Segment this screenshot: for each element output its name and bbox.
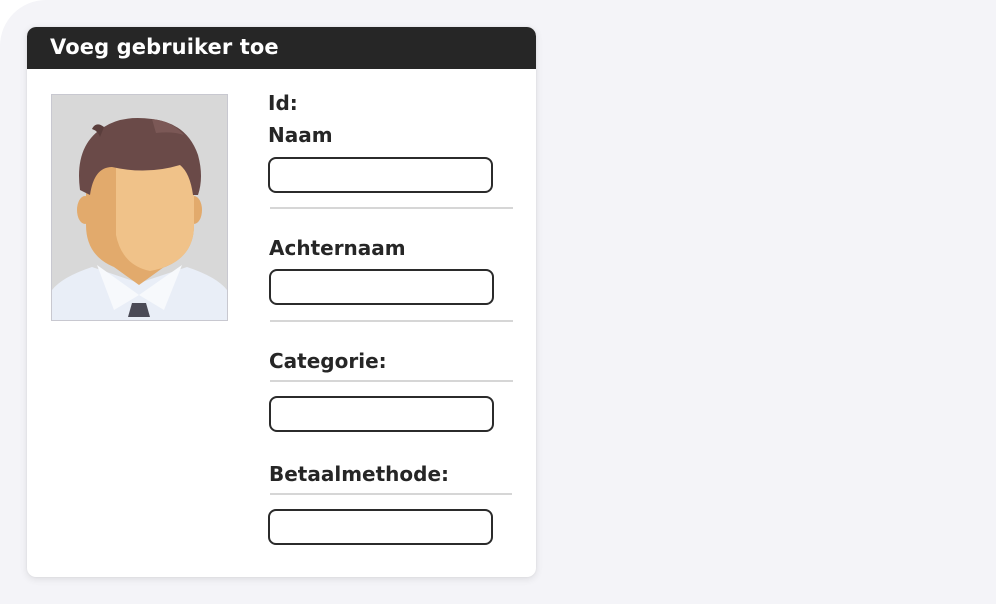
payment-method-label: Betaalmethode: — [269, 462, 450, 486]
dialog-header: Voeg gebruiker toe — [27, 27, 536, 69]
user-avatar-icon — [52, 95, 227, 320]
first-name-label: Naam — [268, 123, 333, 147]
divider — [270, 493, 512, 495]
category-label: Categorie: — [269, 349, 387, 373]
divider — [270, 207, 513, 209]
first-name-field[interactable] — [268, 157, 493, 193]
dialog-title: Voeg gebruiker toe — [50, 35, 279, 59]
last-name-label: Achternaam — [269, 236, 406, 260]
divider — [270, 320, 513, 322]
user-photo — [51, 94, 228, 321]
divider — [270, 380, 513, 382]
last-name-field[interactable] — [269, 269, 494, 305]
category-field[interactable] — [269, 396, 494, 432]
id-label: Id: — [268, 91, 298, 115]
payment-method-field[interactable] — [268, 509, 493, 545]
add-user-dialog: Voeg gebruiker toe Id: Naam Achternaam C… — [27, 27, 536, 577]
